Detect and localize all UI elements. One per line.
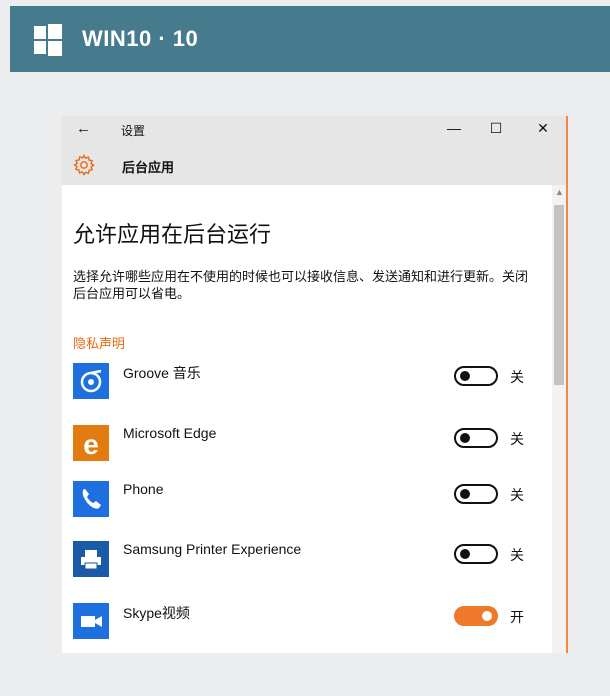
banner: WIN10 · 10 [10,6,610,72]
close-button[interactable]: ✕ [533,120,553,137]
app-name: Samsung Printer Experience [123,541,302,557]
groove-music-icon [73,363,109,399]
toggle-state-label: 开 [510,609,524,625]
maximize-button[interactable]: ☐ [486,120,506,137]
app-name: Phone [123,481,164,497]
background-toggle[interactable] [454,428,498,448]
minimize-button[interactable]: — [444,120,464,136]
settings-window: ← 设置 — ☐ ✕ 后台应用 允许应用在后台运行 选择允许哪些应用在不使用的时… [62,116,568,653]
section-title: 后台应用 [122,160,175,175]
app-row-skype-video: Skype视频 开 [62,603,552,653]
toggle-state-label: 关 [510,431,524,447]
app-row-groove: Groove 音乐 关 [62,363,552,419]
section-header: 后台应用 [62,145,566,185]
background-toggle[interactable] [454,606,498,626]
svg-text:e: e [83,429,99,460]
background-toggle[interactable] [454,484,498,504]
content-area: 允许应用在后台运行 选择允许哪些应用在不使用的时候也可以接收信息、发送通知和进行… [62,185,552,653]
banner-title: WIN10 · 10 [82,26,199,51]
background-toggle[interactable] [454,544,498,564]
title-bar: ← 设置 — ☐ ✕ [62,116,566,145]
privacy-statement-link[interactable]: 隐私声明 [73,333,125,352]
scroll-up-icon[interactable]: ▲ [555,187,564,197]
gear-icon [73,154,96,176]
toggle-state-label: 关 [510,547,524,563]
microsoft-edge-icon: e [73,425,109,461]
app-name: Microsoft Edge [123,425,217,441]
background-toggle[interactable] [454,366,498,386]
app-row-edge: e Microsoft Edge 关 [62,425,552,481]
scrollbar[interactable]: ▲ [552,185,566,653]
app-name: Skype视频 [123,605,190,621]
toggle-state-label: 关 [510,369,524,385]
app-row-phone: Phone 关 [62,481,552,537]
skype-video-icon [73,603,109,639]
page-heading: 允许应用在后台运行 [73,222,272,247]
page-description: 选择允许哪些应用在不使用的时候也可以接收信息、发送通知和进行更新。关闭后台应用可… [73,269,529,301]
window-accent-border [566,116,568,653]
back-button[interactable]: ← [76,120,91,137]
app-name: Groove 音乐 [123,365,201,381]
app-row-samsung-printer: Samsung Printer Experience 关 [62,541,552,597]
scroll-thumb[interactable] [554,205,564,385]
windows-logo-icon [34,24,62,56]
printer-icon [73,541,109,577]
phone-icon [73,481,109,517]
window-title: 设置 [121,124,146,138]
toggle-state-label: 关 [510,487,524,503]
